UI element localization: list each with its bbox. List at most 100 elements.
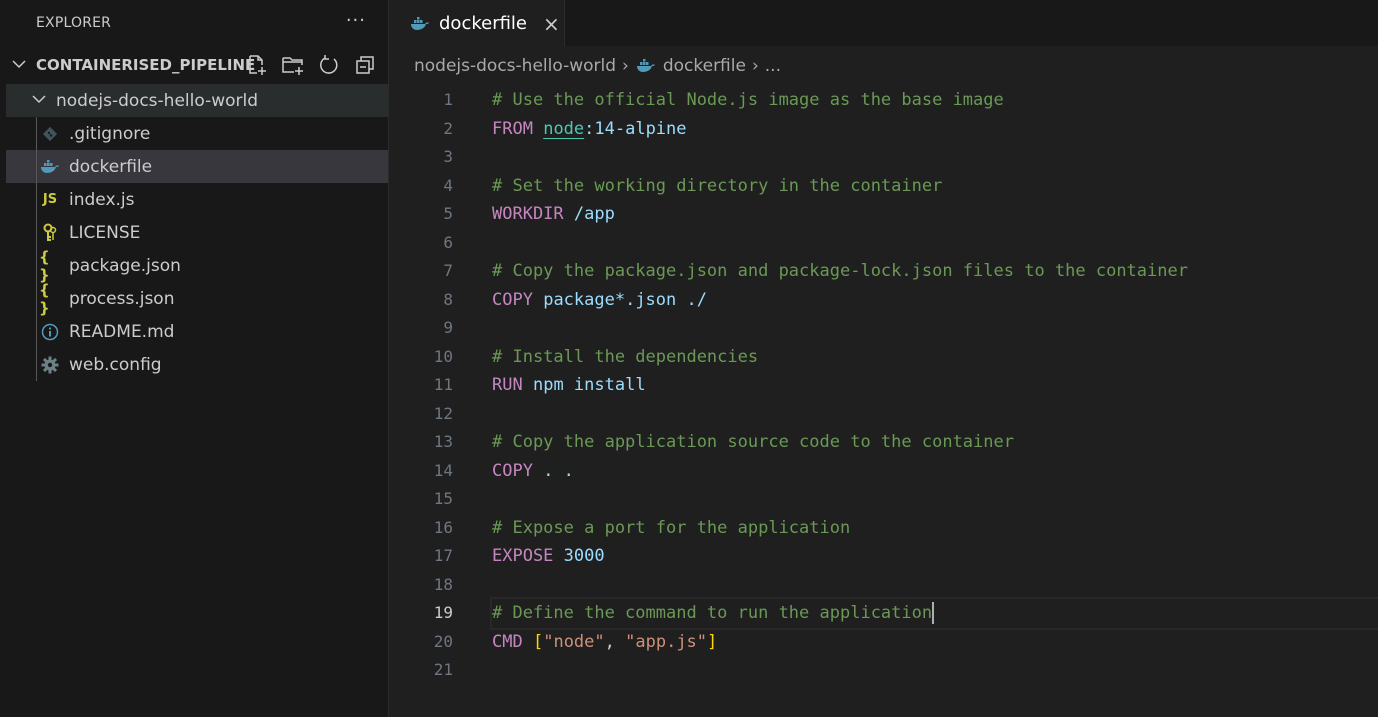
line-number: 3 <box>443 147 453 166</box>
line-number: 7 <box>443 261 453 280</box>
line-text: COPY package*.json ./ <box>492 289 707 310</box>
file-item[interactable]: web.config <box>6 348 388 381</box>
line-number: 5 <box>443 204 453 223</box>
code-editor[interactable]: 1 # Use the official Node.js image as the… <box>389 86 1378 685</box>
code-line[interactable]: 20 CMD ["node", "app.js"] <box>389 628 1378 657</box>
file-item[interactable]: .gitignore <box>6 117 388 150</box>
line-text <box>492 656 1378 685</box>
line-number: 2 <box>443 118 453 138</box>
editor-area: dockerfile × nodejs-docs-hello-world › d… <box>389 0 1378 717</box>
line-number: 8 <box>443 289 453 309</box>
ellipsis-icon[interactable]: ··· <box>346 10 366 31</box>
info-icon <box>39 321 61 343</box>
line-text <box>492 314 1378 343</box>
javascript-icon: JS <box>42 192 58 207</box>
line-number: 4 <box>443 175 453 195</box>
file-label: package.json <box>69 255 181 276</box>
line-text: # Expose a port for the application <box>492 517 851 538</box>
line-number: 17 <box>433 546 453 565</box>
gear-icon <box>39 354 61 376</box>
line-number: 13 <box>433 432 453 451</box>
code-line[interactable]: 5 WORKDIR /app <box>389 200 1378 229</box>
new-folder-icon[interactable] <box>280 53 306 77</box>
line-text: EXPOSE 3000 <box>492 546 605 566</box>
file-label: LICENSE <box>69 222 141 243</box>
refresh-icon[interactable] <box>316 53 342 77</box>
line-number: 16 <box>433 517 453 537</box>
text-cursor <box>932 602 935 624</box>
line-number: 10 <box>433 346 453 366</box>
file-tree: .gitignore dockerfile JS index.js LICENSE { }… <box>0 117 388 381</box>
line-number: 19 <box>433 603 453 622</box>
code-line[interactable]: 6 <box>389 229 1378 258</box>
file-item[interactable]: LICENSE <box>6 216 388 249</box>
code-line[interactable]: 19 # Define the command to run the applic… <box>389 597 1378 630</box>
code-line[interactable]: 11 RUN npm install <box>389 371 1378 400</box>
explorer-sidebar: EXPLORER ··· CONTAINERISED_PIPELINE node <box>0 0 389 717</box>
docker-icon <box>635 55 657 77</box>
chevron-right-icon: › <box>751 56 759 76</box>
code-line[interactable]: 3 <box>389 143 1378 172</box>
line-text: FROM node:14-alpine <box>492 118 687 139</box>
breadcrumb-file[interactable]: dockerfile <box>663 56 746 76</box>
line-text <box>492 571 1378 600</box>
code-line[interactable]: 2 FROM node:14-alpine <box>389 115 1378 144</box>
folder-nodejs-docs-hello-world[interactable]: nodejs-docs-hello-world <box>6 84 388 117</box>
code-line[interactable]: 16 # Expose a port for the application <box>389 514 1378 543</box>
code-line[interactable]: 18 <box>389 571 1378 600</box>
file-label: index.js <box>69 189 135 210</box>
file-item[interactable]: { } process.json <box>6 280 388 317</box>
file-item[interactable]: { } package.json <box>6 248 388 284</box>
explorer-title: EXPLORER <box>36 15 112 31</box>
json-icon: { } <box>39 280 50 317</box>
file-item[interactable]: dockerfile <box>6 150 388 183</box>
git-icon <box>39 123 61 145</box>
code-line[interactable]: 9 <box>389 314 1378 343</box>
line-number: 18 <box>433 574 453 594</box>
line-number: 21 <box>433 660 453 679</box>
folder-label: nodejs-docs-hello-world <box>56 90 259 111</box>
file-label: README.md <box>69 321 175 342</box>
code-line[interactable]: 15 <box>389 485 1378 514</box>
code-line[interactable]: 13 # Copy the application source code to … <box>389 428 1378 457</box>
file-item[interactable]: JS index.js <box>6 183 388 216</box>
indent-guide <box>36 117 37 381</box>
line-number: 14 <box>433 460 453 480</box>
line-text: # Set the working directory in the conta… <box>492 175 943 196</box>
file-item[interactable]: README.md <box>6 315 388 348</box>
code-line[interactable]: 21 <box>389 656 1378 685</box>
line-text: # Install the dependencies <box>492 346 759 367</box>
line-text: # Define the command to run the applicat… <box>490 597 1378 630</box>
tab-bar: dockerfile × <box>389 0 1378 47</box>
line-text <box>492 485 1378 514</box>
code-line[interactable]: 12 <box>389 400 1378 429</box>
workspace-root-label: CONTAINERISED_PIPELINE <box>36 56 256 74</box>
docker-icon <box>39 156 61 178</box>
file-label: .gitignore <box>69 123 151 144</box>
breadcrumb-symbols[interactable]: ... <box>765 56 781 76</box>
code-line[interactable]: 14 COPY . . <box>389 457 1378 486</box>
code-line[interactable]: 4 # Set the working directory in the cont… <box>389 172 1378 201</box>
code-line[interactable]: 8 COPY package*.json ./ <box>389 286 1378 315</box>
docker-icon <box>409 13 431 35</box>
workspace-root[interactable]: CONTAINERISED_PIPELINE <box>0 46 388 84</box>
code-line[interactable]: 7 # Copy the package.json and package-loc… <box>389 257 1378 286</box>
tab-dockerfile[interactable]: dockerfile × <box>389 0 565 47</box>
collapse-all-icon[interactable] <box>352 53 378 77</box>
file-label: process.json <box>69 288 175 309</box>
chevron-down-icon <box>28 93 50 108</box>
code-line[interactable]: 17 EXPOSE 3000 <box>389 542 1378 571</box>
code-line[interactable]: 10 # Install the dependencies <box>389 343 1378 372</box>
new-file-icon[interactable] <box>244 53 270 77</box>
breadcrumb-folder[interactable]: nodejs-docs-hello-world <box>414 56 616 76</box>
code-line[interactable]: 1 # Use the official Node.js image as the… <box>389 86 1378 115</box>
close-icon[interactable]: × <box>543 12 560 36</box>
line-number: 20 <box>433 631 453 651</box>
line-number: 12 <box>433 403 453 423</box>
chevron-down-icon <box>8 58 30 73</box>
line-number: 6 <box>443 232 453 252</box>
line-number: 9 <box>443 318 453 337</box>
line-text: CMD ["node", "app.js"] <box>492 631 718 652</box>
line-text: # Use the official Node.js image as the … <box>492 90 1004 110</box>
line-number: 11 <box>433 375 453 394</box>
